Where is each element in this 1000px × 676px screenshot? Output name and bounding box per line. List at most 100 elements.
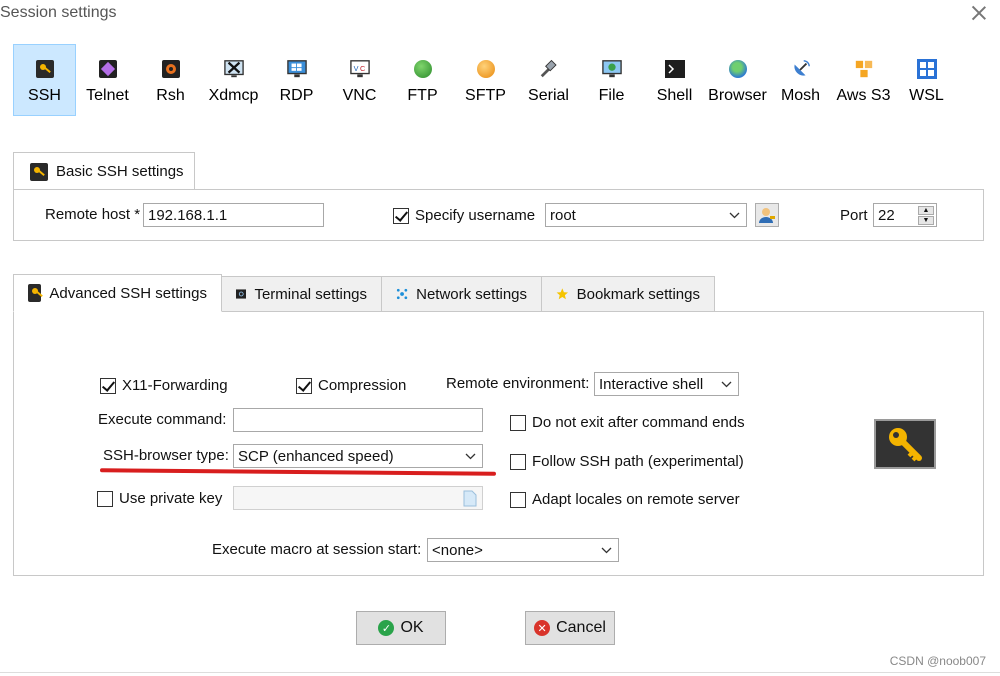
tab-label: Terminal settings xyxy=(254,285,367,303)
wsl-icon xyxy=(916,59,937,79)
shell-icon xyxy=(664,59,685,79)
tab-label: Advanced SSH settings xyxy=(49,284,207,302)
remote-environment-value: Interactive shell xyxy=(599,375,704,393)
session-type-wsl[interactable]: WSL xyxy=(895,44,958,116)
spin-down-icon[interactable]: ▼ xyxy=(918,216,934,225)
execute-command-input[interactable] xyxy=(233,408,483,432)
user-icon xyxy=(759,208,775,223)
checkbox-box xyxy=(100,377,116,394)
file-browse-icon[interactable] xyxy=(463,490,477,507)
session-type-mosh[interactable]: Mosh xyxy=(769,44,832,116)
network-icon xyxy=(396,288,408,300)
username-select[interactable]: root xyxy=(545,203,747,227)
vnc-icon: VC xyxy=(349,59,370,79)
adapt-locales-checkbox[interactable]: Adapt locales on remote server xyxy=(510,491,740,508)
checkbox-box xyxy=(510,414,526,431)
session-type-ftp[interactable]: FTP xyxy=(391,44,454,116)
port-label: Port xyxy=(840,207,868,224)
remote-environment-select[interactable]: Interactive shell xyxy=(594,372,739,396)
adapt-locales-label: Adapt locales on remote server xyxy=(532,491,740,508)
port-spin-buttons[interactable]: ▲ ▼ xyxy=(918,206,934,225)
follow-ssh-path-label: Follow SSH path (experimental) xyxy=(532,453,744,470)
ssh-key-icon xyxy=(874,419,936,469)
port-stepper[interactable]: 22 ▲ ▼ xyxy=(873,203,937,227)
session-type-label: VNC xyxy=(342,87,377,104)
serial-icon xyxy=(539,59,559,79)
session-type-rsh[interactable]: Rsh xyxy=(139,44,202,116)
use-private-key-label: Use private key xyxy=(119,490,223,507)
session-type-vnc[interactable]: VC VNC xyxy=(328,44,391,116)
tab-label: Bookmark settings xyxy=(576,285,700,303)
private-key-path-input[interactable] xyxy=(233,486,483,510)
do-not-exit-checkbox[interactable]: Do not exit after command ends xyxy=(510,414,745,431)
file-icon xyxy=(601,59,622,79)
session-type-sftp[interactable]: SFTP xyxy=(454,44,517,116)
session-type-toolbar: SSH Telnet Rsh Xdmcp RDP VC VNC FTP SFTP xyxy=(13,44,958,116)
session-type-label: FTP xyxy=(407,87,438,104)
session-type-xdmcp[interactable]: Xdmcp xyxy=(202,44,265,116)
session-type-browser[interactable]: Browser xyxy=(706,44,769,116)
user-manager-button[interactable] xyxy=(755,203,779,227)
telnet-icon xyxy=(98,59,118,79)
ftp-icon xyxy=(413,59,433,79)
tab-bookmark-settings[interactable]: Bookmark settings xyxy=(542,276,715,312)
tab-network-settings[interactable]: Network settings xyxy=(382,276,542,312)
execute-command-label: Execute command: xyxy=(98,411,227,428)
ok-label: OK xyxy=(400,619,424,636)
chevron-down-icon xyxy=(601,547,612,554)
cancel-button[interactable]: ✕ Cancel xyxy=(525,611,615,645)
sftp-icon xyxy=(476,59,496,79)
tab-basic-ssh-settings[interactable]: Basic SSH settings xyxy=(13,152,195,190)
checkbox-box xyxy=(393,207,409,224)
do-not-exit-label: Do not exit after command ends xyxy=(532,414,745,431)
key-icon xyxy=(28,284,42,302)
session-type-label: Rsh xyxy=(156,87,185,104)
terminal-icon xyxy=(236,289,247,299)
close-icon[interactable] xyxy=(970,4,988,22)
remote-host-input[interactable]: 192.168.1.1 xyxy=(143,203,324,227)
ssh-browser-type-select[interactable]: SCP (enhanced speed) xyxy=(233,444,483,468)
settings-tabs: Advanced SSH settings Terminal settings … xyxy=(13,274,715,312)
session-type-label: Shell xyxy=(656,87,693,104)
session-type-shell[interactable]: Shell xyxy=(643,44,706,116)
session-type-label: SSH xyxy=(28,87,61,104)
star-icon xyxy=(556,288,569,300)
session-type-label: Serial xyxy=(528,87,569,104)
tab-advanced-ssh-settings[interactable]: Advanced SSH settings xyxy=(13,274,222,312)
chevron-down-icon xyxy=(721,381,732,388)
session-type-label: File xyxy=(598,87,625,104)
follow-ssh-path-checkbox[interactable]: Follow SSH path (experimental) xyxy=(510,453,744,470)
session-type-ssh[interactable]: SSH xyxy=(13,44,76,116)
session-type-label: WSL xyxy=(909,87,944,104)
session-type-file[interactable]: File xyxy=(580,44,643,116)
execute-macro-select[interactable]: <none> xyxy=(427,538,619,562)
session-type-aws-s3[interactable]: Aws S3 xyxy=(832,44,895,116)
svg-text:V: V xyxy=(353,64,358,73)
session-type-serial[interactable]: Serial xyxy=(517,44,580,116)
key-icon xyxy=(35,59,55,79)
advanced-settings-panel xyxy=(13,311,984,576)
use-private-key-checkbox[interactable]: Use private key xyxy=(97,490,222,507)
session-type-label: Aws S3 xyxy=(836,87,891,104)
svg-text:C: C xyxy=(360,64,365,73)
specify-username-checkbox[interactable]: Specify username xyxy=(393,207,535,224)
watermark: CSDN @noob007 xyxy=(889,654,986,668)
session-type-rdp[interactable]: RDP xyxy=(265,44,328,116)
port-value: 22 xyxy=(878,207,895,224)
x11-forwarding-checkbox[interactable]: X11-Forwarding xyxy=(100,377,228,394)
session-type-telnet[interactable]: Telnet xyxy=(76,44,139,116)
session-type-label: SFTP xyxy=(465,87,506,104)
session-type-label: Telnet xyxy=(86,87,129,104)
cancel-circle-icon: ✕ xyxy=(534,620,551,636)
ok-button[interactable]: ✓ OK xyxy=(356,611,446,645)
spin-up-icon[interactable]: ▲ xyxy=(918,206,934,215)
rdp-icon xyxy=(286,59,307,79)
tab-terminal-settings[interactable]: Terminal settings xyxy=(222,276,382,312)
xdmcp-icon xyxy=(223,59,244,79)
username-value: root xyxy=(550,206,576,224)
session-type-label: Browser xyxy=(708,87,767,104)
specify-username-label: Specify username xyxy=(415,207,536,224)
checkbox-box xyxy=(296,377,312,394)
x11-forwarding-label: X11-Forwarding xyxy=(122,377,228,394)
compression-checkbox[interactable]: Compression xyxy=(296,377,406,394)
